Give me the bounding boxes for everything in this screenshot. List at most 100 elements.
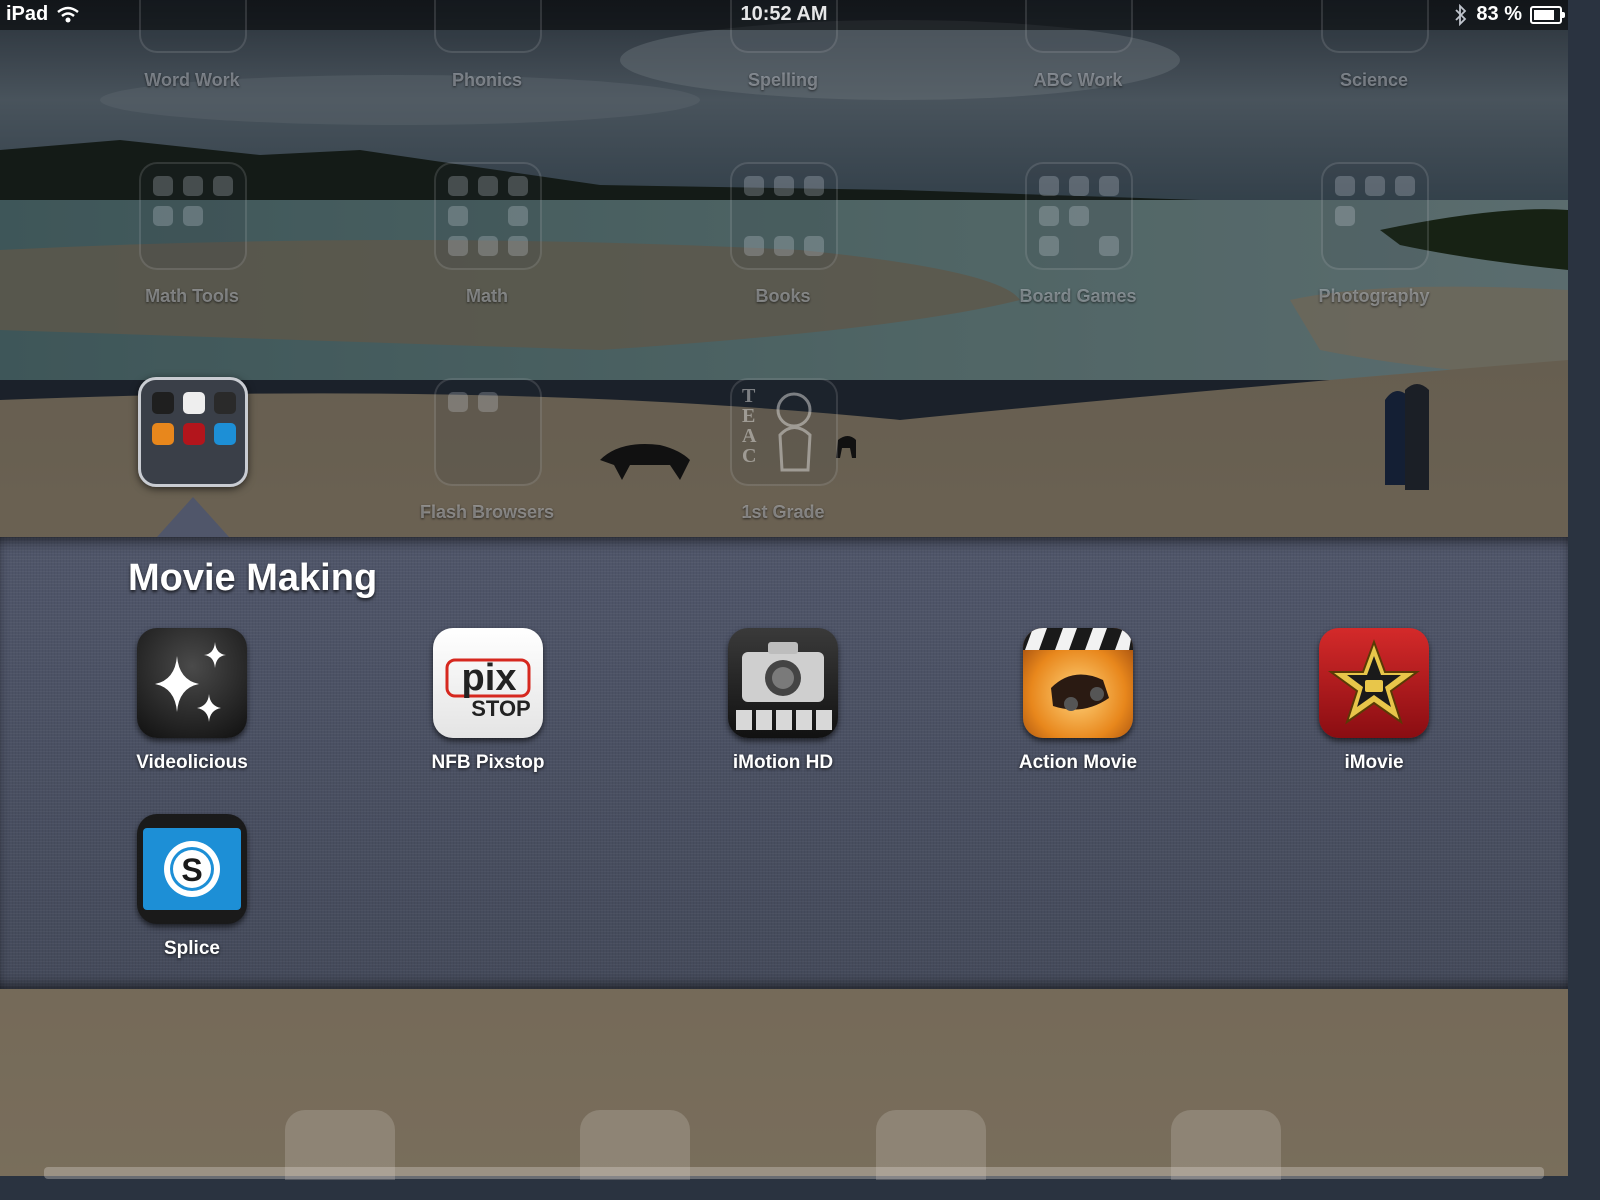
folder-label: Science <box>1339 70 1409 90</box>
folder-phonics[interactable] <box>434 0 542 53</box>
app-label: Videolicious <box>136 752 248 773</box>
mini-app-icon <box>1335 206 1355 226</box>
folder-spelling[interactable] <box>730 0 838 53</box>
mini-app-icon <box>774 236 794 256</box>
clapperboard-glyph <box>1023 628 1133 711</box>
mini-app-icon <box>478 236 498 256</box>
mini-app-icon <box>478 176 498 196</box>
battery-percent: 83 % <box>1476 3 1522 25</box>
folder-label: Books <box>755 286 811 306</box>
camera-mini-icon <box>214 392 236 414</box>
star-glyph <box>1327 639 1421 725</box>
mini-app-icon <box>448 392 468 412</box>
mini-app-icon <box>1365 176 1385 196</box>
bluetooth-icon <box>1455 3 1467 26</box>
app-nfb-pixstop[interactable]: pix STOP NFB Pixstop <box>368 628 608 788</box>
pixstop-icon: pix STOP <box>433 628 543 738</box>
mini-app-icon <box>478 392 498 412</box>
folder-label: ABC Work <box>1033 70 1123 90</box>
folder-abc-work[interactable] <box>1025 0 1133 53</box>
status-right: 83 % <box>1454 3 1565 26</box>
pixstop-mini-icon <box>183 392 205 414</box>
mini-app-icon <box>1069 206 1089 226</box>
folder-label: Math Tools <box>145 286 239 306</box>
folder-math[interactable] <box>434 162 542 270</box>
folder-movie-making-icon[interactable] <box>138 377 248 487</box>
folder-label: Spelling <box>747 70 818 90</box>
mini-app-icon <box>1039 236 1059 256</box>
splice-glyph: S <box>143 828 241 910</box>
app-imotion-hd[interactable]: iMotion HD <box>663 628 903 788</box>
app-splice[interactable]: S Splice <box>72 814 312 974</box>
app-label: Action Movie <box>1018 752 1138 773</box>
folder-books[interactable] <box>730 162 838 270</box>
folder-panel-pointer <box>157 497 229 537</box>
svg-text:T: T <box>742 385 756 407</box>
mini-app-icon <box>448 236 468 256</box>
mini-app-icon <box>1069 176 1089 196</box>
folder-math-tools[interactable] <box>139 162 247 270</box>
app-label: Splice <box>164 938 220 959</box>
mini-app-icon <box>183 206 203 226</box>
mini-app-icon <box>448 206 468 226</box>
mini-app-icon <box>1099 176 1119 196</box>
mini-app-icon <box>744 236 764 256</box>
mini-app-icon <box>1335 176 1355 196</box>
folder-label: Math <box>466 286 508 306</box>
wallpaper-dim-bottom <box>0 989 1568 1176</box>
mini-app-icon <box>153 206 173 226</box>
app-imovie[interactable]: iMovie <box>1254 628 1494 788</box>
app-action-movie[interactable]: Action Movie <box>958 628 1198 788</box>
battery-fill <box>1534 9 1554 20</box>
mini-app-icon <box>804 236 824 256</box>
folder-word-work[interactable] <box>139 0 247 53</box>
mini-app-icon <box>508 176 528 196</box>
action-mini-icon <box>152 423 174 445</box>
mini-app-icon <box>508 236 528 256</box>
camera-glyph <box>736 642 832 730</box>
app-label: NFB Pixstop <box>431 752 545 773</box>
pixstop-text-top: pix <box>462 657 517 699</box>
sparkles-mini-icon <box>152 392 174 414</box>
splice-icon: S <box>137 814 247 924</box>
pixstop-glyph: pix STOP <box>445 657 531 721</box>
svg-text:A: A <box>742 425 757 447</box>
folder-flash-browsers[interactable] <box>434 378 542 486</box>
clapperboard-car-icon <box>1023 628 1133 738</box>
splice-letter: S <box>181 852 202 888</box>
mini-app-icon <box>744 176 764 196</box>
folder-label: Phonics <box>451 70 522 90</box>
sparkles-icon <box>137 628 247 738</box>
svg-text:C: C <box>742 445 756 467</box>
app-videolicious[interactable]: Videolicious <box>72 628 312 788</box>
mini-app-icon <box>213 176 233 196</box>
svg-text:E: E <box>742 405 755 427</box>
folder-label: Photography <box>1318 286 1430 306</box>
folder-label: Board Games <box>1019 286 1137 306</box>
mini-app-icon <box>1039 176 1059 196</box>
folder-title[interactable]: Movie Making <box>128 557 377 600</box>
mini-app-icon <box>183 176 203 196</box>
sparkles-glyph <box>155 642 226 722</box>
dock-shelf <box>44 1167 1544 1179</box>
mini-app-icon <box>508 206 528 226</box>
imovie-mini-icon <box>183 423 205 445</box>
folder-label: 1st Grade <box>741 502 825 522</box>
folder-board-games[interactable] <box>1025 162 1133 270</box>
mini-app-icon <box>1395 176 1415 196</box>
mini-app-icon <box>448 176 468 196</box>
mini-app-icon <box>804 176 824 196</box>
app-label: iMotion HD <box>732 752 834 773</box>
mini-app-icon <box>1099 236 1119 256</box>
mini-app-icon <box>774 176 794 196</box>
folder-science[interactable] <box>1321 0 1429 53</box>
battery-icon <box>1530 5 1565 24</box>
folder-label: Word Work <box>144 70 240 90</box>
camera-icon <box>728 628 838 738</box>
mini-app-icon <box>153 176 173 196</box>
folder-photography[interactable] <box>1321 162 1429 270</box>
teach-me-mouse-icon: T E A C <box>742 385 812 472</box>
pixstop-text-bottom: STOP <box>471 696 531 721</box>
folder-1st-grade[interactable]: T E A C <box>730 378 838 486</box>
star-film-icon <box>1319 628 1429 738</box>
